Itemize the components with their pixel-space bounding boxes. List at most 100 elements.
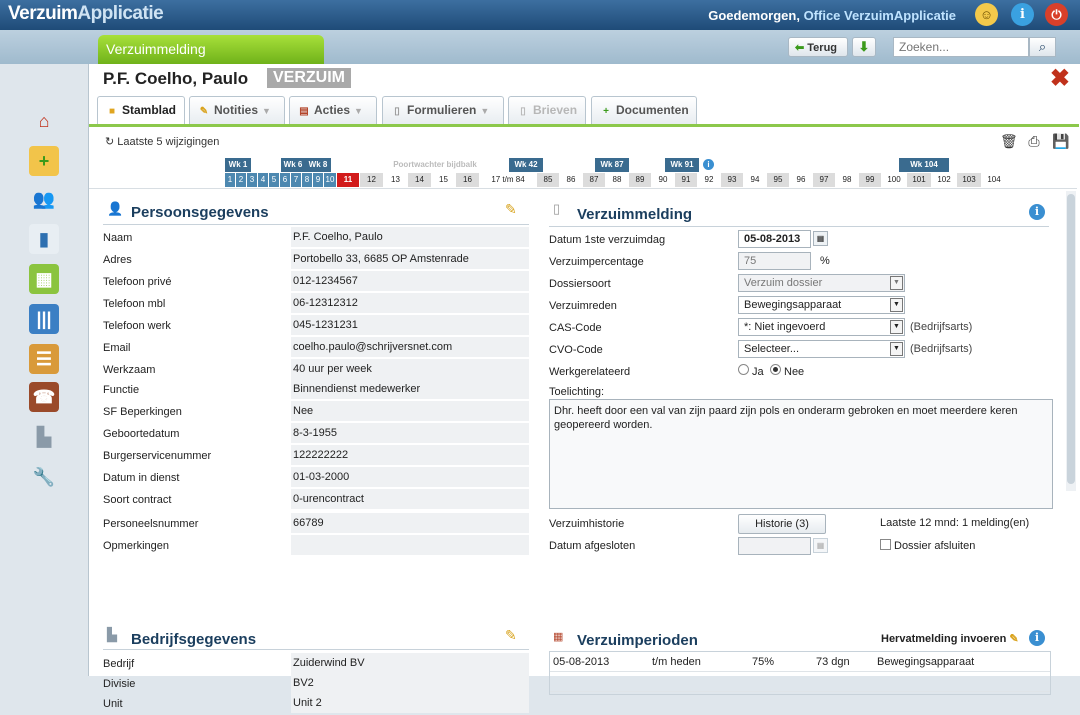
week-number[interactable]: 96 bbox=[790, 173, 812, 187]
edit-pencil-icon[interactable]: ✎ bbox=[505, 201, 517, 218]
close-icon[interactable]: ✖ bbox=[1050, 64, 1070, 93]
week-number[interactable]: 89 bbox=[629, 173, 651, 187]
persoon-row: Burgerservicenummer 122222222 bbox=[103, 445, 531, 467]
info-icon[interactable]: i bbox=[1029, 204, 1045, 220]
week-number[interactable]: 10 bbox=[324, 173, 336, 187]
week-number[interactable]: 6 bbox=[280, 173, 290, 187]
calendar-icon[interactable]: ▦ bbox=[813, 231, 828, 246]
week-number[interactable]: 15 bbox=[432, 173, 455, 187]
week-number[interactable]: 92 bbox=[698, 173, 720, 187]
week-number[interactable]: 12 bbox=[360, 173, 383, 187]
week-number[interactable]: 99 bbox=[859, 173, 881, 187]
persoon-row: Naam P.F. Coelho, Paulo bbox=[103, 227, 531, 249]
tab-acties[interactable]: ▤ Acties ▼ bbox=[289, 96, 377, 124]
week-number[interactable]: 101 bbox=[907, 173, 931, 187]
week-number[interactable]: 14 bbox=[408, 173, 431, 187]
week-number[interactable]: 5 bbox=[269, 173, 279, 187]
week-number[interactable]: 100 bbox=[882, 173, 906, 187]
tools-icon[interactable]: 🔧 bbox=[29, 462, 59, 492]
week-number[interactable]: 95 bbox=[767, 173, 789, 187]
hervatmelding-link[interactable]: Hervatmelding invoeren ✎ bbox=[881, 632, 1019, 645]
week-number[interactable]: 8 bbox=[302, 173, 312, 187]
week-number[interactable]: 91 bbox=[675, 173, 697, 187]
afgesloten-field[interactable] bbox=[738, 537, 811, 555]
week-label: Wk 91 bbox=[665, 158, 699, 172]
afsluiten-checkbox[interactable] bbox=[880, 539, 891, 550]
tab-notities[interactable]: ✎ Notities ▼ bbox=[189, 96, 285, 124]
chevron-down-icon: ▼ bbox=[890, 342, 903, 356]
search-icon[interactable]: ⌕ bbox=[1029, 37, 1056, 57]
scrollbar-thumb[interactable] bbox=[1067, 194, 1075, 484]
bar-chart-icon[interactable]: ▮ bbox=[29, 224, 59, 254]
tab-formulieren[interactable]: ▯ Formulieren ▼ bbox=[382, 96, 504, 124]
buildings-icon[interactable]: ▙ bbox=[29, 422, 59, 452]
week-number[interactable]: 94 bbox=[744, 173, 766, 187]
week-number[interactable]: 87 bbox=[583, 173, 605, 187]
office-name[interactable]: Office VerzuimApplicatie bbox=[804, 8, 956, 23]
week-number[interactable]: 88 bbox=[606, 173, 628, 187]
arrow-down-button[interactable]: ⬇ bbox=[852, 37, 876, 57]
week-number[interactable]: 85 bbox=[537, 173, 559, 187]
datum-field[interactable]: 05-08-2013 bbox=[738, 230, 811, 248]
binders-icon[interactable]: ||| bbox=[29, 304, 59, 334]
week-number[interactable]: 86 bbox=[560, 173, 582, 187]
cvo-row: CVO-Code Selecteer... ▼ (Bedrijfsarts) bbox=[549, 339, 1049, 361]
persoon-row: Geboortedatum 8-3-1955 bbox=[103, 423, 531, 445]
week-number[interactable]: 98 bbox=[836, 173, 858, 187]
radio-nee[interactable] bbox=[770, 364, 781, 375]
info-icon[interactable]: i bbox=[1011, 3, 1034, 26]
week-number[interactable]: 2 bbox=[236, 173, 246, 187]
week-number[interactable]: 97 bbox=[813, 173, 835, 187]
week-number[interactable]: 103 bbox=[957, 173, 981, 187]
week-number[interactable]: 9 bbox=[313, 173, 323, 187]
radio-ja[interactable] bbox=[738, 364, 749, 375]
week-number[interactable]: 93 bbox=[721, 173, 743, 187]
recent-changes-link[interactable]: ↻ Laatste 5 wijzigingen bbox=[105, 135, 219, 148]
week-number[interactable]: 7 bbox=[291, 173, 301, 187]
week-number[interactable]: 17 t/m 84 bbox=[480, 173, 536, 187]
poortwachter-label: Poortwachter bijdbalk bbox=[393, 160, 477, 169]
calendar-icon[interactable]: ▦ bbox=[813, 538, 828, 553]
toelichting-textarea[interactable]: Dhr. heeft door een val van zijn paard z… bbox=[549, 399, 1053, 509]
week-number[interactable]: 4 bbox=[258, 173, 268, 187]
week-number[interactable]: 90 bbox=[652, 173, 674, 187]
home-icon[interactable]: ⌂ bbox=[29, 106, 59, 136]
info-icon[interactable]: i bbox=[1029, 630, 1045, 646]
add-folder-icon[interactable]: + bbox=[29, 146, 59, 176]
week-number[interactable]: 102 bbox=[932, 173, 956, 187]
app-logo: VerzuimApplicatie bbox=[8, 3, 164, 24]
week-number[interactable]: 11 bbox=[337, 173, 359, 187]
week-number[interactable]: 104 bbox=[982, 173, 1006, 187]
clipboard-icon: ▤ bbox=[299, 106, 309, 117]
back-button[interactable]: ⬅ Terug bbox=[788, 37, 848, 57]
reden-select[interactable]: Bewegingsapparaat ▼ bbox=[738, 296, 905, 314]
table-row[interactable]: 05-08-2013 t/m heden 75% 73 dgn Beweging… bbox=[550, 652, 1050, 672]
cvo-select[interactable]: Selecteer... ▼ bbox=[738, 340, 905, 358]
grid-chart-icon[interactable]: ▦ bbox=[29, 264, 59, 294]
cas-select[interactable]: *: Niet ingevoerd ▼ bbox=[738, 318, 905, 336]
week-number[interactable]: 1 bbox=[225, 173, 235, 187]
edit-pencil-icon[interactable]: ✎ bbox=[505, 627, 517, 644]
tab-brieven[interactable]: ▯ Brieven bbox=[508, 96, 586, 124]
tab-verzuimmelding[interactable]: Verzuimmelding bbox=[98, 35, 324, 64]
clipboard-icon[interactable]: ☰ bbox=[29, 344, 59, 374]
percentage-field[interactable]: 75 bbox=[738, 252, 811, 270]
field-value: 06-12312312 bbox=[291, 293, 529, 313]
trash-icon[interactable]: 🗑 bbox=[1000, 133, 1018, 149]
dossier-select[interactable]: Verzuim dossier ▼ bbox=[738, 274, 905, 292]
scrollbar[interactable] bbox=[1066, 191, 1076, 491]
tab-stamblad[interactable]: ■ Stamblad bbox=[97, 96, 185, 125]
historie-button[interactable]: Historie (3) bbox=[738, 514, 826, 534]
week-number[interactable]: 16 bbox=[456, 173, 479, 187]
print-icon[interactable]: ⎙ bbox=[1026, 133, 1042, 149]
week-number[interactable]: 3 bbox=[247, 173, 257, 187]
week-number[interactable]: 13 bbox=[384, 173, 407, 187]
search-input[interactable] bbox=[893, 37, 1029, 57]
tab-documenten[interactable]: + Documenten bbox=[591, 96, 697, 124]
users-icon[interactable]: 👥 bbox=[29, 184, 59, 214]
address-book-icon[interactable]: ☎ bbox=[29, 382, 59, 412]
power-icon[interactable]: ⏻ bbox=[1045, 3, 1068, 26]
save-icon[interactable]: 💾 bbox=[1052, 133, 1069, 149]
user-icon[interactable]: ☺ bbox=[975, 3, 998, 26]
info-icon[interactable]: i bbox=[703, 159, 714, 170]
